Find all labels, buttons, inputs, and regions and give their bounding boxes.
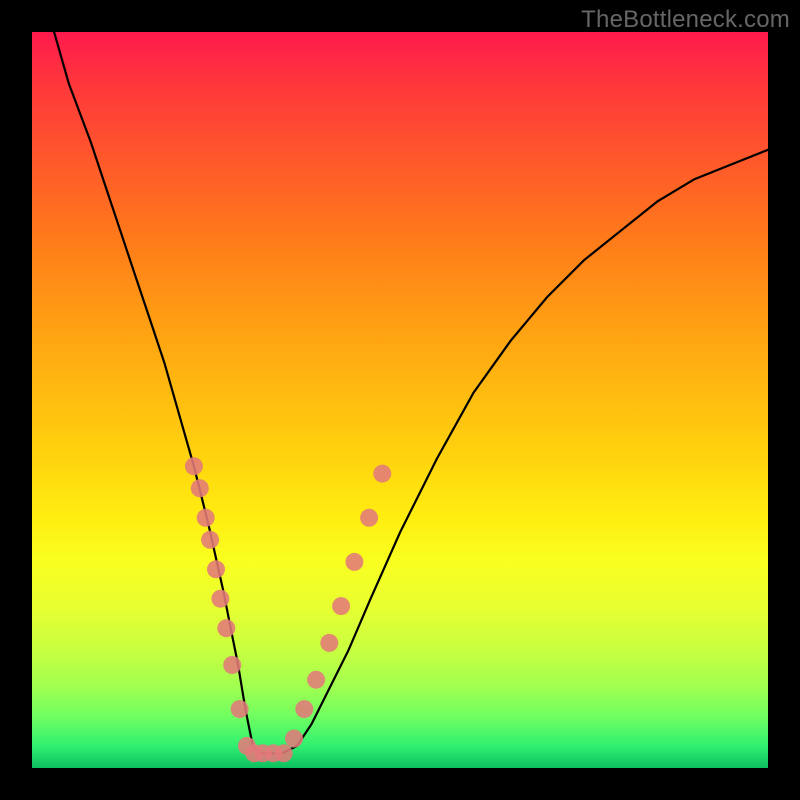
data-point [295, 700, 313, 718]
chart-frame: TheBottleneck.com [0, 0, 800, 800]
bottleneck-curve [54, 32, 768, 753]
data-point [345, 553, 363, 571]
data-point [217, 619, 235, 637]
data-point [285, 730, 303, 748]
data-point [373, 465, 391, 483]
data-point [197, 509, 215, 527]
data-point [207, 560, 225, 578]
curve-layer [32, 32, 768, 768]
data-point [332, 597, 350, 615]
data-point [185, 457, 203, 475]
gradient-plot-area [32, 32, 768, 768]
data-point [223, 656, 241, 674]
data-point [307, 671, 325, 689]
watermark-text: TheBottleneck.com [581, 6, 790, 34]
data-point [320, 634, 338, 652]
data-point [191, 479, 209, 497]
data-point [201, 531, 219, 549]
data-point [231, 700, 249, 718]
data-point [360, 509, 378, 527]
data-point [211, 590, 229, 608]
data-point [275, 744, 293, 762]
